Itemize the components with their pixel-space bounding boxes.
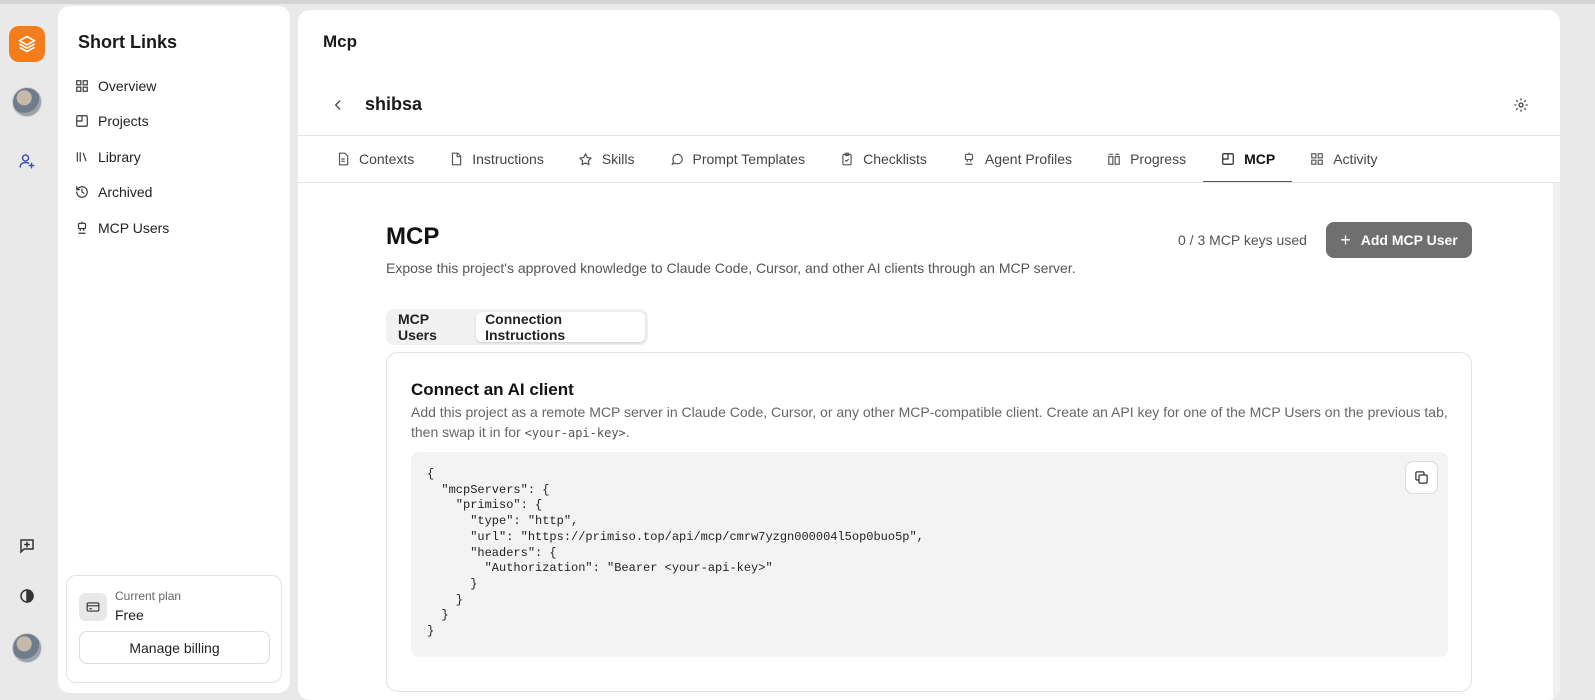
tab-prompt-templates[interactable]: Prompt Templates — [652, 136, 823, 182]
robot-icon — [961, 151, 977, 167]
tab-activity[interactable]: Activity — [1292, 136, 1394, 182]
section-description: Expose this project's approved knowledge… — [386, 260, 1076, 276]
clipboard-check-icon — [839, 151, 855, 167]
document-icon — [335, 151, 351, 167]
sidebar-item-mcp-users[interactable]: MCP Users — [74, 210, 274, 246]
manage-billing-button[interactable]: Manage billing — [79, 631, 270, 664]
sidebar-item-label: Archived — [98, 184, 153, 201]
sidebar-item-library[interactable]: Library — [74, 139, 274, 175]
tab-checklists[interactable]: Checklists — [822, 136, 944, 182]
library-icon — [74, 149, 90, 165]
tab-skills[interactable]: Skills — [561, 136, 652, 182]
subtab-switcher: MCP Users Connection Instructions — [386, 309, 648, 345]
tab-label: Checklists — [863, 151, 927, 167]
tab-label: Progress — [1130, 151, 1187, 167]
workspace-avatar[interactable] — [9, 84, 45, 120]
icon-rail — [0, 4, 56, 700]
sidebar-item-overview[interactable]: Overview — [74, 68, 274, 104]
sidebar-item-label: Projects — [98, 113, 149, 130]
sidebar-nav: Overview Projects Library Archived MCP U… — [74, 68, 274, 246]
sidebar-title: Short Links — [78, 32, 178, 52]
plan-value: Free — [115, 607, 144, 623]
sidebar-item-label: Library — [98, 148, 141, 165]
section-heading: MCP — [386, 223, 440, 250]
robot-icon — [74, 220, 90, 236]
project-tabs: Contexts Instructions Skills Prompt Temp… — [318, 136, 1395, 183]
scrollbar[interactable] — [1553, 183, 1560, 700]
sidebar: Short Links Overview Projects Library Ar… — [58, 6, 290, 693]
chat-bubble-icon — [669, 151, 685, 167]
tab-instructions[interactable]: Instructions — [431, 136, 561, 182]
subtab-connection-instructions[interactable]: Connection Instructions — [476, 311, 645, 343]
back-chevron-icon[interactable] — [328, 95, 348, 115]
history-icon — [74, 184, 90, 200]
config-code: { "mcpServers": { "primiso": { "type": "… — [427, 467, 924, 639]
grid-icon — [1309, 151, 1325, 167]
page-title: Mcp — [323, 32, 357, 51]
settings-gear-icon[interactable] — [1511, 95, 1531, 115]
keys-used-counter: 0 / 3 MCP keys used — [1178, 232, 1307, 248]
app-logo-icon[interactable] — [9, 26, 45, 62]
divider — [298, 182, 1560, 183]
user-add-icon[interactable] — [9, 143, 45, 179]
progress-icon — [1106, 151, 1122, 167]
grid-icon — [74, 78, 90, 94]
tab-label: Activity — [1333, 151, 1378, 167]
projects-icon — [74, 113, 90, 129]
file-icon — [448, 151, 464, 167]
plan-label: Current plan — [115, 589, 182, 603]
tab-label: Instructions — [472, 151, 544, 167]
config-code-block: { "mcpServers": { "primiso": { "type": "… — [411, 452, 1448, 657]
sidebar-item-projects[interactable]: Projects — [74, 104, 274, 140]
project-name: shibsa — [365, 94, 423, 114]
card-title: Connect an AI client — [411, 380, 574, 399]
tab-label: Prompt Templates — [692, 151, 806, 167]
tab-label: Contexts — [359, 151, 415, 167]
credit-card-icon — [79, 593, 107, 621]
window-top-edge — [0, 0, 1595, 4]
sidebar-item-label: MCP Users — [98, 219, 170, 236]
add-mcp-user-button[interactable]: + Add MCP User — [1326, 222, 1472, 258]
card-description-end: . — [625, 424, 630, 440]
plus-icon: + — [1340, 230, 1351, 250]
main-panel: Mcp shibsa Contexts Instructions Skills … — [298, 10, 1560, 700]
add-mcp-user-label: Add MCP User — [1360, 232, 1458, 248]
subtab-mcp-users[interactable]: MCP Users — [389, 311, 476, 343]
copy-icon[interactable] — [1405, 461, 1438, 494]
tab-progress[interactable]: Progress — [1089, 136, 1203, 182]
tab-mcp[interactable]: MCP — [1203, 136, 1293, 183]
star-icon — [578, 151, 594, 167]
avatar — [12, 87, 42, 117]
tab-contexts[interactable]: Contexts — [318, 136, 431, 182]
tab-agent-profiles[interactable]: Agent Profiles — [944, 136, 1089, 182]
connection-card: Connect an AI client Add this project as… — [386, 352, 1472, 692]
card-description: Add this project as a remote MCP server … — [411, 402, 1456, 443]
feedback-icon[interactable] — [9, 528, 45, 564]
sidebar-item-archived[interactable]: Archived — [74, 175, 274, 211]
tab-label: MCP — [1244, 151, 1276, 167]
tab-label: Skills — [601, 151, 635, 167]
account-avatar[interactable] — [9, 630, 45, 666]
theme-toggle-icon[interactable] — [9, 578, 45, 614]
avatar — [12, 633, 42, 663]
tab-label: Agent Profiles — [984, 151, 1073, 167]
api-key-placeholder: <your-api-key> — [524, 426, 626, 440]
mcp-icon — [1220, 151, 1236, 167]
sidebar-item-label: Overview — [98, 77, 157, 94]
plan-card: Current plan Free Manage billing — [66, 575, 282, 683]
